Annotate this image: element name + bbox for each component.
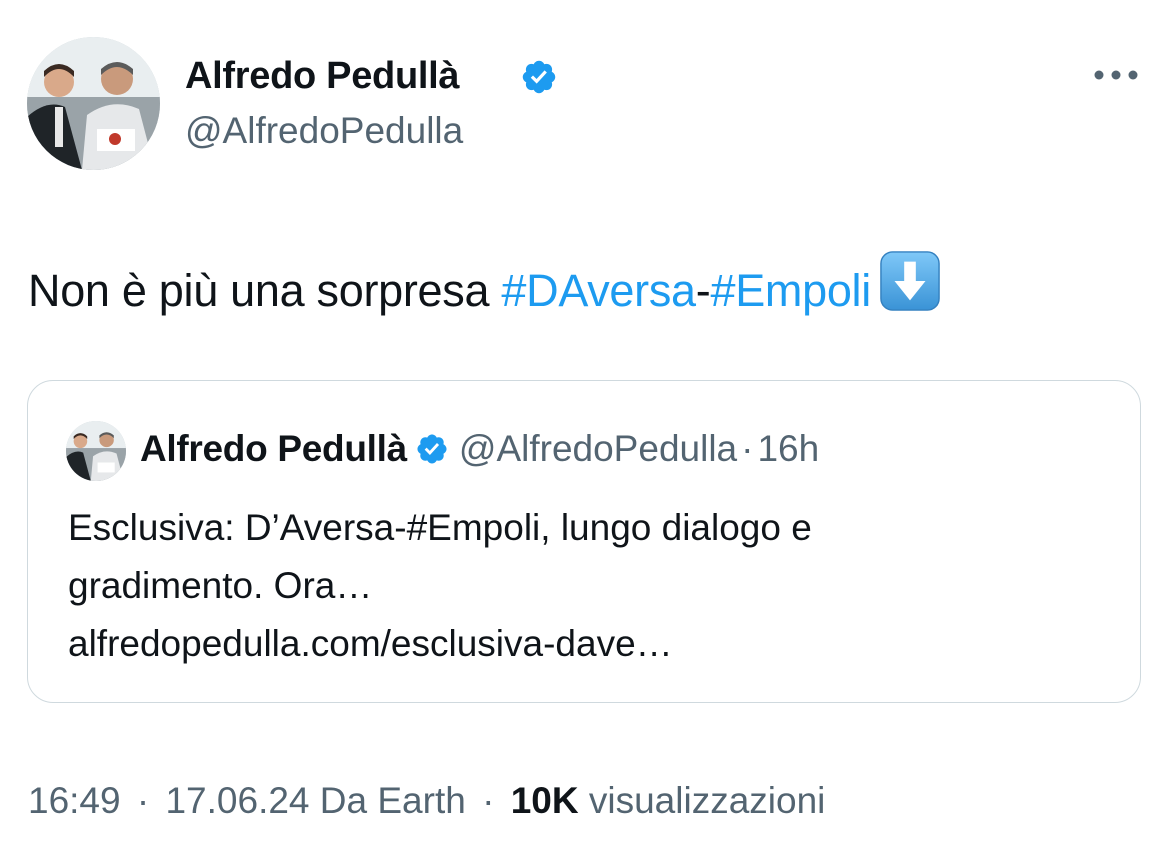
quoted-verified-badge-icon bbox=[417, 434, 447, 464]
meta-separator-1: · bbox=[136, 780, 150, 821]
avatar-photo bbox=[27, 37, 160, 170]
quoted-avatar-photo bbox=[66, 421, 126, 481]
quoted-timestamp[interactable]: 16h bbox=[757, 428, 819, 469]
views-count[interactable]: 10K bbox=[511, 780, 579, 821]
author-handle[interactable]: @AlfredoPedulla bbox=[185, 108, 463, 154]
quoted-tweet-text: Esclusiva: D’Aversa-#Empoli, lungo dialo… bbox=[68, 499, 812, 673]
tweet-date[interactable]: 17.06.24 bbox=[165, 780, 309, 821]
hashtag-daversa[interactable]: #DAversa bbox=[501, 265, 696, 316]
quoted-author-handle[interactable]: @AlfredoPedulla bbox=[459, 428, 737, 469]
author-avatar[interactable] bbox=[27, 37, 160, 170]
quoted-tweet-card[interactable]: Alfredo Pedullà @AlfredoPedulla · 16h Escl… bbox=[27, 380, 1141, 703]
quoted-text-line-1: Esclusiva: D’Aversa-#Empoli, lungo dialo… bbox=[68, 507, 812, 548]
quoted-separator: · bbox=[741, 428, 754, 469]
quoted-author-avatar[interactable] bbox=[66, 421, 126, 481]
tweet-text: Non è più una sorpresa #DAversa-#Empoli bbox=[28, 250, 941, 320]
tweet-text-dash: - bbox=[695, 265, 711, 316]
author-name[interactable]: Alfredo Pedullà bbox=[185, 53, 460, 99]
verified-badge-icon bbox=[522, 60, 556, 94]
hashtag-empoli[interactable]: #Empoli bbox=[710, 265, 871, 316]
quoted-author-name[interactable]: Alfredo Pedullà bbox=[140, 428, 407, 469]
quoted-tweet-header: Alfredo Pedullà @AlfredoPedulla · 16h bbox=[140, 426, 819, 472]
tweet-time[interactable]: 16:49 bbox=[28, 780, 121, 821]
quoted-text-link[interactable]: alfredopedulla.com/esclusiva-dave… bbox=[68, 615, 812, 673]
quoted-text-line-2: gradimento. Ora… bbox=[68, 565, 373, 606]
views-label[interactable]: visualizzazioni bbox=[589, 780, 826, 821]
tweet-source: Da Earth bbox=[319, 780, 466, 821]
tweet-text-prefix: Non è più una sorpresa bbox=[28, 265, 502, 316]
down-arrow-emoji-icon bbox=[880, 251, 940, 311]
meta-separator-2: · bbox=[482, 780, 495, 821]
more-options-icon[interactable] bbox=[1093, 64, 1139, 86]
tweet-meta: 16:49 · 17.06.24 Da Earth · 10K visualiz… bbox=[28, 778, 825, 824]
